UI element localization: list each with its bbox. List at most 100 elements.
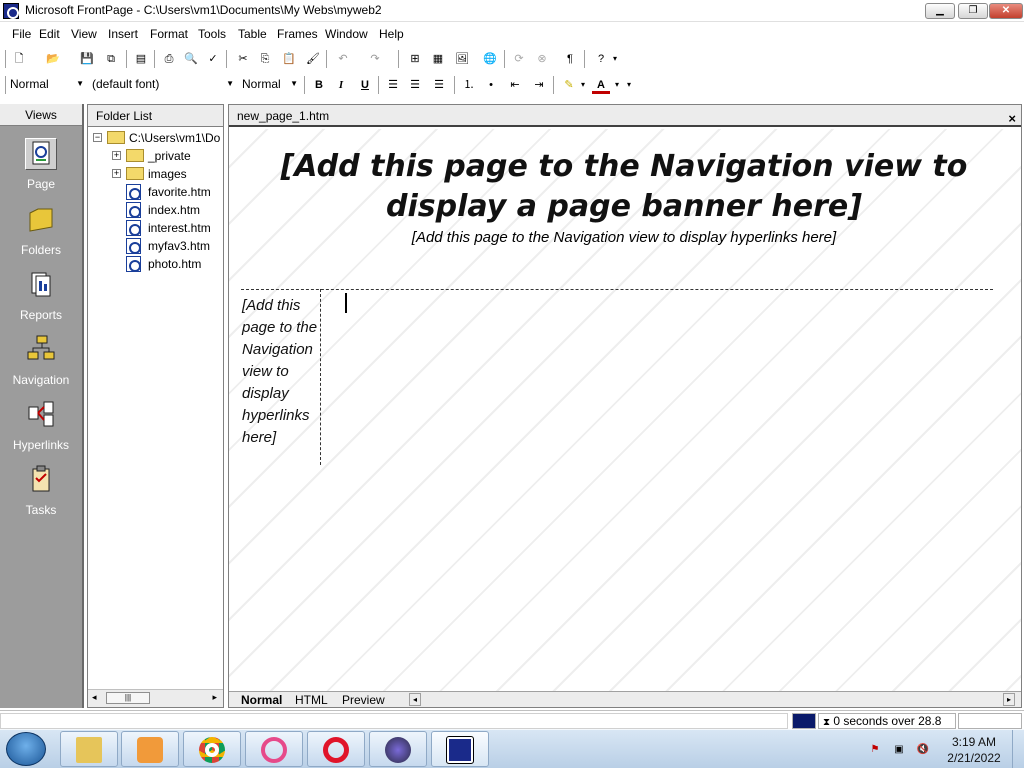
style-dropdown[interactable]: Normal ▼ — [6, 74, 86, 94]
show-desktop-button[interactable] — [1012, 730, 1024, 768]
font-dropdown[interactable]: (default font) ▼ — [88, 74, 236, 94]
format-painter-icon[interactable]: 🖌 — [304, 50, 322, 68]
menu-window[interactable]: Window — [325, 27, 368, 41]
view-reports[interactable]: Reports — [0, 269, 82, 329]
scroll-left-icon[interactable]: ◂ — [409, 693, 421, 706]
taskbar-media-player[interactable] — [121, 731, 179, 767]
top-navigation-placeholder[interactable]: [Add this page to the Navigation view to… — [239, 229, 1009, 246]
menu-frames[interactable]: Frames — [277, 27, 318, 41]
font-color-icon[interactable]: A — [592, 76, 610, 94]
show-all-icon[interactable]: ¶ — [561, 50, 579, 68]
highlight-dropdown-icon[interactable]: ▾ — [578, 76, 588, 94]
font-color-dropdown-icon[interactable]: ▾ — [612, 76, 622, 94]
numbered-list-icon[interactable]: ⒈ — [460, 76, 478, 94]
taskbar-explorer[interactable] — [60, 731, 118, 767]
expand-icon[interactable]: + — [112, 169, 121, 178]
menu-view[interactable]: View — [71, 27, 97, 41]
menu-format[interactable]: Format — [150, 27, 188, 41]
minimize-button[interactable]: ▁ — [925, 3, 955, 19]
preview-in-browser-icon[interactable]: 🔍 — [182, 50, 200, 68]
menu-insert[interactable]: Insert — [108, 27, 138, 41]
document-tab[interactable]: new_page_1.htm × — [229, 105, 1021, 127]
scroll-left-icon[interactable]: ◂ — [92, 692, 97, 703]
folder-list-icon[interactable]: ▤ — [132, 50, 150, 68]
publish-icon[interactable]: ⧉ — [102, 50, 120, 68]
cut-icon[interactable]: ✂ — [234, 50, 252, 68]
tab-preview[interactable]: Preview — [342, 693, 385, 707]
decrease-indent-icon[interactable]: ⇤ — [506, 76, 524, 94]
taskbar-frontpage[interactable] — [431, 731, 489, 767]
align-center-icon[interactable]: ☰ — [406, 76, 424, 94]
taskbar-app[interactable] — [369, 731, 427, 767]
frontpage-app-icon[interactable] — [3, 3, 19, 19]
scroll-right-icon[interactable]: ▸ — [212, 692, 217, 703]
download-time: ⧗ 0 seconds over 28.8 — [818, 713, 956, 729]
expand-icon[interactable]: + — [112, 151, 121, 160]
menu-file[interactable]: File — [12, 27, 31, 41]
page-canvas[interactable]: [Add this page to the Navigation view to… — [229, 129, 1021, 693]
menu-help[interactable]: Help — [379, 27, 404, 41]
underline-button[interactable]: U — [356, 76, 374, 94]
scroll-right-icon[interactable]: ▸ — [1003, 693, 1015, 706]
help-icon[interactable]: ? — [592, 50, 610, 68]
undo-icon[interactable]: ↶ — [334, 50, 352, 68]
refresh-icon[interactable]: ⟳ — [510, 50, 528, 68]
horizontal-scrollbar[interactable]: ◂ ||| ▸ — [88, 689, 223, 707]
volume-muted-icon[interactable]: 🔇 — [916, 743, 930, 757]
align-left-icon[interactable]: ☰ — [384, 76, 402, 94]
copy-icon[interactable]: ⎘ — [256, 50, 274, 68]
chevron-down-icon: ▼ — [290, 79, 298, 88]
view-tasks-label: Tasks — [25, 503, 57, 517]
start-button[interactable] — [6, 732, 46, 766]
new-page-icon[interactable]: 🗋 — [10, 50, 28, 68]
insert-component-icon[interactable]: ⊞ — [406, 50, 424, 68]
page-banner-placeholder[interactable]: [Add this page to the Navigation view to… — [239, 147, 1009, 227]
print-icon[interactable]: ⎙ — [160, 50, 178, 68]
page-view-icon — [25, 138, 57, 170]
tab-normal[interactable]: Normal — [241, 693, 282, 707]
toolbar-grip[interactable] — [3, 50, 6, 68]
network-icon[interactable]: ▣ — [892, 743, 906, 757]
menu-tools[interactable]: Tools — [198, 27, 226, 41]
view-navigation[interactable]: Navigation — [0, 334, 82, 394]
toolbar-options-icon[interactable]: ▾ — [624, 76, 634, 94]
insert-table-icon[interactable]: ▦ — [429, 50, 447, 68]
bulleted-list-icon[interactable]: • — [482, 76, 500, 94]
tab-html[interactable]: HTML — [295, 693, 328, 707]
save-icon[interactable]: 💾 — [78, 50, 96, 68]
taskbar-chrome[interactable] — [183, 731, 241, 767]
menu-table[interactable]: Table — [238, 27, 267, 41]
close-document-icon[interactable]: × — [1008, 108, 1016, 130]
paste-icon[interactable]: 📋 — [280, 50, 298, 68]
scroll-thumb[interactable]: ||| — [106, 692, 150, 704]
restore-button[interactable]: ❐ — [958, 3, 988, 19]
toolbar-options-icon[interactable]: ▾ — [610, 50, 620, 68]
view-folders[interactable]: Folders — [0, 204, 82, 264]
taskbar-opera[interactable] — [307, 731, 365, 767]
view-reports-label: Reports — [19, 308, 63, 322]
collapse-icon[interactable]: − — [93, 133, 102, 142]
font-size-dropdown[interactable]: Normal ▼ — [238, 74, 300, 94]
menu-edit[interactable]: Edit — [39, 27, 60, 41]
italic-button[interactable]: I — [332, 76, 350, 94]
align-right-icon[interactable]: ☰ — [430, 76, 448, 94]
action-center-icon[interactable]: ⚑ — [868, 743, 882, 757]
redo-icon[interactable]: ↷ — [366, 50, 384, 68]
insert-picture-icon[interactable]: 🖼 — [453, 50, 471, 68]
bold-button[interactable]: B — [310, 76, 328, 94]
toolbar-separator — [553, 76, 554, 94]
taskbar-opera-gx[interactable] — [245, 731, 303, 767]
highlight-icon[interactable]: ✎ — [560, 76, 578, 94]
view-hyperlinks[interactable]: Hyperlinks — [0, 399, 82, 459]
view-tasks[interactable]: Tasks — [0, 464, 82, 524]
increase-indent-icon[interactable]: ⇥ — [530, 76, 548, 94]
left-navigation-placeholder[interactable]: [Add this page to the Navigation view to… — [242, 295, 322, 449]
open-folder-icon[interactable]: 📂 — [44, 50, 62, 68]
hyperlink-icon[interactable]: 🌐 — [481, 50, 499, 68]
view-page[interactable]: Page — [0, 138, 82, 198]
system-clock[interactable]: 3:19 AM 2/21/2022 — [944, 734, 1004, 766]
spelling-icon[interactable]: ✓ — [204, 50, 222, 68]
status-message — [0, 713, 788, 729]
stop-icon[interactable]: ⊗ — [533, 50, 551, 68]
close-button[interactable]: ✕ — [989, 3, 1023, 19]
